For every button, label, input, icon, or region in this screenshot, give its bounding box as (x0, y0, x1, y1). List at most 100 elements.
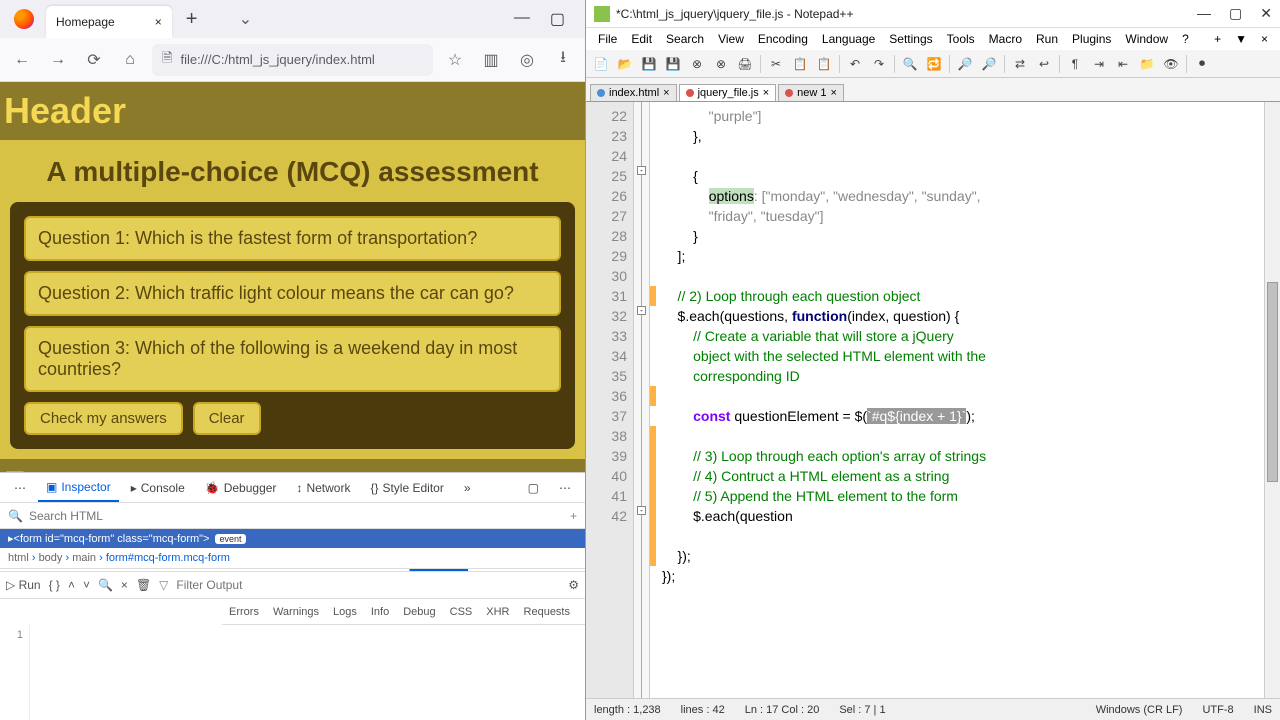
filter-errors[interactable]: Errors (222, 602, 266, 622)
close-tab-icon[interactable]: × (663, 87, 669, 99)
vertical-scrollbar[interactable] (1264, 102, 1280, 698)
add-icon[interactable]: + (570, 509, 577, 523)
find-icon[interactable]: 🔍 (899, 53, 921, 75)
search-console-icon[interactable]: 🔍 (98, 578, 113, 592)
download-icon[interactable]: ⭳ (549, 46, 577, 74)
maximize-icon[interactable]: ▢ (1229, 5, 1242, 22)
menu-plugins[interactable]: Plugins (1066, 30, 1117, 48)
record-icon[interactable]: ⏺ (1191, 53, 1213, 75)
menu-run[interactable]: Run (1030, 30, 1064, 48)
wifi-icon[interactable]: ◎ (513, 46, 541, 74)
devtools-more-icon[interactable]: ⋯ (551, 475, 579, 501)
close-file-icon[interactable]: ⊗ (686, 53, 708, 75)
devtools-menu-icon[interactable]: ⋯ (6, 475, 34, 501)
filter-info[interactable]: Info (364, 602, 396, 622)
home-button[interactable]: ⌂ (116, 46, 144, 74)
more-tabs-icon[interactable]: » (456, 475, 479, 501)
dom-tree-selected[interactable]: ▸ <form id="mcq-form" class="mcq-form"> … (0, 529, 585, 548)
wrap-icon[interactable]: ↩ (1033, 53, 1055, 75)
filter-logs[interactable]: Logs (326, 602, 364, 622)
redo-icon[interactable]: ↷ (868, 53, 890, 75)
pretty-print-icon[interactable]: { } (49, 578, 60, 592)
fold-box-icon[interactable]: - (637, 306, 646, 315)
menu-help[interactable]: ? (1176, 30, 1195, 48)
close-console-icon[interactable]: × (121, 578, 128, 592)
show-all-icon[interactable]: ¶ (1064, 53, 1086, 75)
reader-icon[interactable]: ▥ (477, 46, 505, 74)
menu-search[interactable]: Search (660, 30, 710, 48)
console-output[interactable] (30, 625, 585, 720)
save-icon[interactable]: 💾 (638, 53, 660, 75)
zoom-out-icon[interactable]: 🔎 (978, 53, 1000, 75)
menu-window[interactable]: Window (1119, 30, 1174, 48)
indent-icon[interactable]: ⇥ (1088, 53, 1110, 75)
doc-tab-index[interactable]: index.html× (590, 84, 677, 101)
sync-icon[interactable]: ⇄ (1009, 53, 1031, 75)
tab-dropdown-icon[interactable]: ⌄ (231, 5, 259, 33)
menu-edit[interactable]: Edit (625, 30, 658, 48)
scrollbar-thumb[interactable] (1267, 282, 1278, 482)
close-all-icon[interactable]: ⊗ (710, 53, 732, 75)
open-file-icon[interactable]: 📂 (614, 53, 636, 75)
minimize-icon[interactable]: — (514, 9, 530, 29)
print-icon[interactable]: 🖨 (734, 53, 756, 75)
zoom-in-icon[interactable]: 🔎 (954, 53, 976, 75)
url-bar[interactable]: 🗎 file:///C:/html_js_jquery/index.html (152, 44, 433, 76)
breadcrumb-current[interactable]: form#mcq-form.mcq-form (106, 552, 230, 564)
event-badge[interactable]: event (215, 534, 245, 544)
code-area[interactable]: "purple"] }, { options: ["monday", "wedn… (656, 102, 1280, 698)
reload-button[interactable]: ⟳ (80, 46, 108, 74)
fold-box-icon[interactable]: - (637, 506, 646, 515)
forward-button[interactable]: → (44, 46, 72, 74)
search-html-input[interactable] (29, 509, 564, 523)
history-prev-icon[interactable]: ˄ (68, 578, 75, 592)
devtools-dock-icon[interactable]: ▢ (520, 475, 547, 501)
filter-debug[interactable]: Debug (396, 602, 442, 622)
cut-icon[interactable]: ✂ (765, 53, 787, 75)
menu-close-icon[interactable]: × (1255, 30, 1274, 48)
menu-dropdown-icon[interactable]: ▼ (1229, 30, 1253, 48)
check-answers-button[interactable]: Check my answers (24, 402, 183, 435)
npp-editor[interactable]: 2223242526272829303132333435363738394041… (586, 102, 1280, 698)
history-next-icon[interactable]: ˅ (83, 578, 90, 592)
minimize-icon[interactable]: — (1197, 5, 1211, 22)
filter-output-input[interactable] (176, 578, 276, 592)
replace-icon[interactable]: 🔁 (923, 53, 945, 75)
back-button[interactable]: ← (8, 46, 36, 74)
filter-requests[interactable]: Requests (517, 602, 577, 622)
clear-console-icon[interactable]: 🗑 (136, 578, 151, 592)
new-tab-button[interactable]: + (176, 8, 208, 31)
filter-warnings[interactable]: Warnings (266, 602, 326, 622)
styleeditor-tab[interactable]: {} Style Editor (362, 475, 451, 501)
doc-tab-new1[interactable]: new 1× (778, 84, 844, 101)
doc-tab-jquery[interactable]: jquery_file.js× (679, 84, 777, 101)
inspector-tab[interactable]: ▣ Inspector (38, 474, 119, 502)
settings-icon[interactable]: ⚙ (568, 578, 579, 592)
menu-encoding[interactable]: Encoding (752, 30, 814, 48)
run-button[interactable]: ▷ Run (6, 578, 41, 592)
outdent-icon[interactable]: ⇤ (1112, 53, 1134, 75)
console-tab[interactable]: ▸ Console (123, 475, 193, 501)
filter-xhr[interactable]: XHR (479, 602, 516, 622)
menu-view[interactable]: View (712, 30, 750, 48)
monitor-icon[interactable]: 👁 (1160, 53, 1182, 75)
close-icon[interactable]: ✕ (1260, 5, 1272, 22)
menu-plus-icon[interactable]: + (1208, 30, 1227, 48)
paste-icon[interactable]: 📋 (813, 53, 835, 75)
menu-file[interactable]: File (592, 30, 623, 48)
filter-css[interactable]: CSS (443, 602, 480, 622)
undo-icon[interactable]: ↶ (844, 53, 866, 75)
menu-tools[interactable]: Tools (941, 30, 981, 48)
close-tab-icon[interactable]: × (155, 15, 162, 29)
save-all-icon[interactable]: 💾 (662, 53, 684, 75)
copy-icon[interactable]: 📋 (789, 53, 811, 75)
maximize-icon[interactable]: ▢ (550, 9, 565, 29)
close-tab-icon[interactable]: × (763, 87, 769, 99)
new-file-icon[interactable]: 📄 (590, 53, 612, 75)
folder-icon[interactable]: 📁 (1136, 53, 1158, 75)
menu-language[interactable]: Language (816, 30, 881, 48)
menu-settings[interactable]: Settings (883, 30, 938, 48)
clear-button[interactable]: Clear (193, 402, 261, 435)
browser-tab[interactable]: Homepage × (46, 6, 172, 38)
fold-box-icon[interactable]: - (637, 166, 646, 175)
